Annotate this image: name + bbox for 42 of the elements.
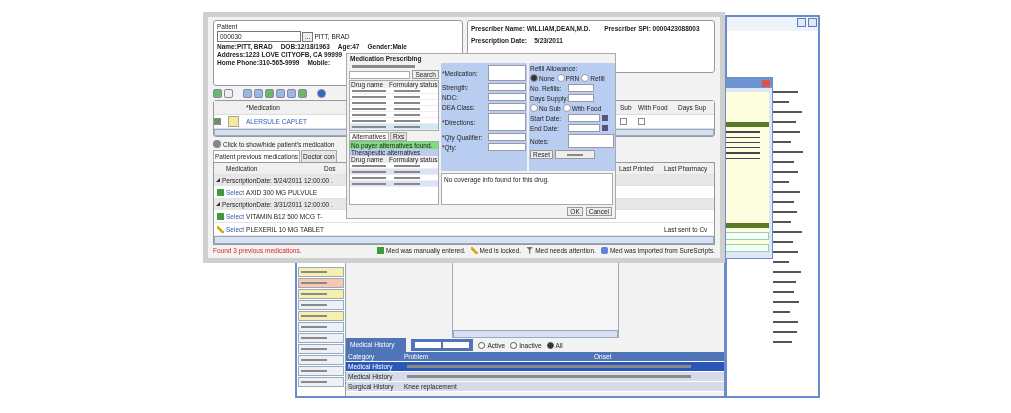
radio-button[interactable]: [546, 341, 554, 349]
input-field[interactable]: [568, 124, 600, 132]
menu-item[interactable]: [298, 267, 344, 277]
input-field[interactable]: [568, 94, 594, 102]
input-field[interactable]: [488, 65, 526, 81]
input-field[interactable]: [568, 84, 594, 92]
radio-button[interactable]: [510, 341, 518, 349]
scrollbar[interactable]: [214, 236, 714, 244]
menu-item[interactable]: [298, 366, 344, 376]
menu-item[interactable]: [298, 344, 344, 354]
menu-item[interactable]: [298, 322, 344, 332]
expand-icon[interactable]: [216, 178, 220, 182]
input-field[interactable]: [568, 134, 614, 148]
search-field[interactable]: [349, 70, 411, 79]
menu-item[interactable]: [298, 300, 344, 310]
checkbox[interactable]: [620, 117, 627, 125]
menu-item[interactable]: [298, 377, 344, 387]
blurred-button[interactable]: [555, 150, 595, 159]
menu-item[interactable]: [298, 278, 344, 288]
menu-item[interactable]: [298, 355, 344, 365]
radio-button[interactable]: [562, 104, 571, 112]
menu-item[interactable]: [298, 311, 344, 321]
menu-item[interactable]: [298, 333, 344, 343]
expand-icon[interactable]: [216, 202, 220, 206]
checkbox[interactable]: [638, 117, 645, 125]
input-field[interactable]: [488, 93, 526, 101]
menu-item[interactable]: [298, 289, 344, 299]
radio-button[interactable]: [581, 74, 590, 82]
radio-button[interactable]: [478, 341, 486, 349]
input-field[interactable]: [488, 83, 526, 91]
input-field[interactable]: [568, 114, 600, 122]
radio-button[interactable]: [556, 74, 565, 82]
input-field[interactable]: [488, 133, 526, 141]
input-field[interactable]: [488, 113, 526, 131]
radio-button[interactable]: [530, 74, 538, 82]
input-field[interactable]: [488, 103, 526, 111]
funnel-icon: [526, 246, 534, 254]
instruction-text-line: [352, 65, 415, 68]
scrollbar[interactable]: [452, 330, 618, 338]
radio-button[interactable]: [530, 104, 538, 112]
input-field[interactable]: [488, 143, 526, 151]
checkbox[interactable]: [214, 117, 221, 125]
